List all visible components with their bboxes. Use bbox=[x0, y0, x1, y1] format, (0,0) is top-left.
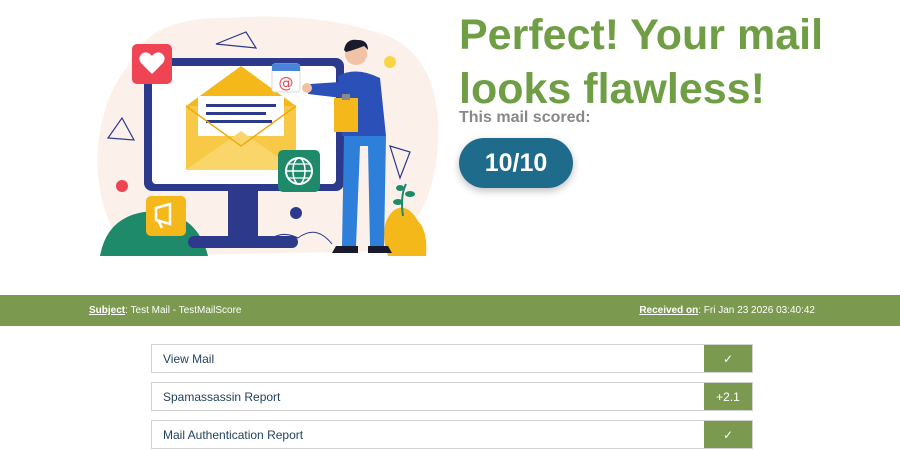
score-caption: This mail scored: bbox=[459, 109, 591, 126]
report-list: View Mail ✓ Spamassassin Report +2.1 Mai… bbox=[151, 344, 753, 450]
report-row-view-mail[interactable]: View Mail ✓ bbox=[151, 344, 753, 373]
report-row-mail-authentication[interactable]: Mail Authentication Report ✓ bbox=[151, 420, 753, 449]
received-info: Received on: Fri Jan 23 2026 03:40:42 bbox=[639, 305, 815, 316]
page: @ Perfect! Your mail looks flawless! Thi… bbox=[0, 0, 900, 450]
report-label: Spamassassin Report bbox=[163, 389, 281, 404]
svg-text:@: @ bbox=[279, 74, 294, 92]
report-row-spamassassin[interactable]: Spamassassin Report +2.1 bbox=[151, 382, 753, 411]
received-key: Received on bbox=[639, 305, 699, 316]
hero-section: @ Perfect! Your mail looks flawless! Thi… bbox=[0, 0, 900, 295]
check-icon: ✓ bbox=[704, 345, 752, 372]
check-icon: ✓ bbox=[704, 421, 752, 448]
report-label: View Mail bbox=[163, 351, 215, 366]
received-value: : Fri Jan 23 2026 03:40:42 bbox=[698, 305, 815, 316]
subject-info: Subject: Test Mail - TestMailScore bbox=[89, 305, 241, 316]
report-label: Mail Authentication Report bbox=[163, 427, 304, 442]
subject-key: Subject bbox=[89, 305, 126, 316]
headline: Perfect! Your mail looks flawless! bbox=[459, 11, 824, 113]
subject-bar: Subject: Test Mail - TestMailScore Recei… bbox=[0, 295, 900, 326]
score-status-badge: +2.1 bbox=[704, 383, 752, 410]
subject-value: : Test Mail - TestMailScore bbox=[125, 305, 242, 316]
score-badge: 10/10 bbox=[459, 138, 573, 188]
mail-illustration: @ bbox=[97, 16, 439, 256]
